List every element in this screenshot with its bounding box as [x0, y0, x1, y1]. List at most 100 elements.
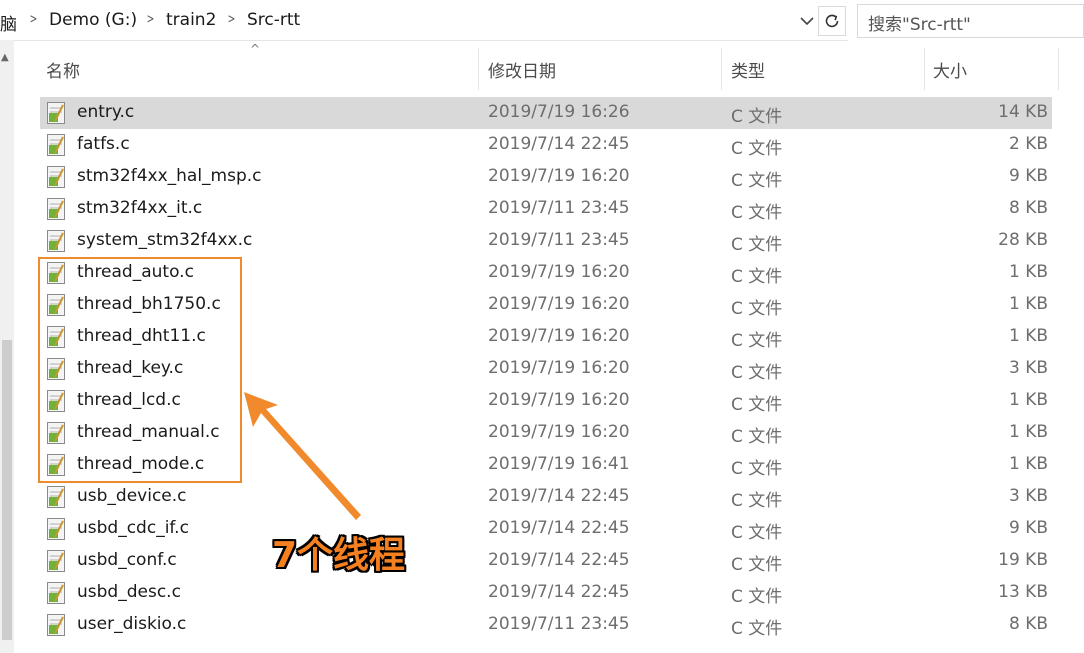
file-date-modified: 2019/7/19 16:20 — [488, 422, 630, 442]
file-size: 8 KB — [1008, 198, 1048, 218]
file-row[interactable]: usb_device.c 2019/7/14 22:45 C 文件 3 KB — [40, 481, 1052, 513]
c-file-icon — [47, 198, 65, 220]
file-type: C 文件 — [731, 619, 783, 639]
file-date-modified: 2019/7/14 22:45 — [488, 134, 630, 154]
file-row[interactable]: user_diskio.c 2019/7/11 23:45 C 文件 8 KB — [40, 609, 1052, 641]
file-date-modified: 2019/7/14 22:45 — [488, 582, 630, 602]
file-date-modified: 2019/7/11 23:45 — [488, 198, 630, 218]
column-header-date[interactable]: 修改日期 — [482, 48, 722, 90]
c-file-icon — [47, 582, 65, 604]
file-size: 1 KB — [1008, 422, 1048, 442]
annotation-highlight-box — [38, 257, 242, 483]
file-size: 3 KB — [1008, 486, 1048, 506]
file-type: C 文件 — [731, 363, 783, 383]
file-name[interactable]: usbd_conf.c — [77, 550, 177, 570]
file-date-modified: 2019/7/11 23:45 — [488, 230, 630, 250]
file-date-modified: 2019/7/19 16:20 — [488, 262, 630, 282]
file-date-modified: 2019/7/19 16:41 — [488, 454, 630, 474]
file-size: 1 KB — [1008, 454, 1048, 474]
c-file-icon — [47, 486, 65, 508]
file-type: C 文件 — [731, 395, 783, 415]
chevron-down-icon[interactable] — [796, 8, 818, 34]
file-type: C 文件 — [731, 267, 783, 287]
file-name[interactable]: usb_device.c — [77, 486, 187, 506]
file-type: C 文件 — [731, 299, 783, 319]
refresh-button[interactable] — [818, 6, 846, 36]
file-size: 13 KB — [998, 582, 1048, 602]
file-size: 19 KB — [998, 550, 1048, 570]
column-header-type[interactable]: 类型 — [725, 48, 925, 90]
file-explorer-window: 脑 > Demo (G:) > train2 > Src-rtt 搜索"Src-… — [0, 0, 1084, 653]
breadcrumb-folder-src-rtt[interactable]: Src-rtt — [247, 10, 300, 30]
file-type: C 文件 — [731, 203, 783, 223]
file-date-modified: 2019/7/19 16:20 — [488, 390, 630, 410]
file-name[interactable]: system_stm32f4xx.c — [77, 230, 252, 250]
file-row[interactable]: fatfs.c 2019/7/14 22:45 C 文件 2 KB — [40, 129, 1052, 161]
file-name[interactable]: stm32f4xx_it.c — [77, 198, 202, 218]
file-date-modified: 2019/7/19 16:26 — [488, 102, 630, 122]
file-type: C 文件 — [731, 331, 783, 351]
navigation-pane-scrollbar[interactable]: ▲ — [0, 40, 14, 653]
file-date-modified: 2019/7/19 16:20 — [488, 166, 630, 186]
column-header-name-label: 名称 — [46, 61, 80, 82]
c-file-icon — [47, 166, 65, 188]
file-type: C 文件 — [731, 491, 783, 511]
search-input[interactable]: 搜索"Src-rtt" — [857, 4, 1084, 38]
breadcrumb-separator-icon[interactable]: > — [30, 12, 38, 27]
breadcrumb-folder-train2[interactable]: train2 — [166, 10, 216, 30]
file-date-modified: 2019/7/11 23:45 — [488, 614, 630, 634]
column-header-type-label: 类型 — [731, 61, 765, 82]
file-row[interactable]: usbd_desc.c 2019/7/14 22:45 C 文件 13 KB — [40, 577, 1052, 609]
scrollbar-thumb[interactable] — [2, 340, 12, 640]
file-type: C 文件 — [731, 427, 783, 447]
file-type: C 文件 — [731, 555, 783, 575]
column-header-size[interactable]: 大小 — [927, 48, 1059, 90]
file-row[interactable]: system_stm32f4xx.c 2019/7/11 23:45 C 文件 28 … — [40, 225, 1052, 257]
file-size: 28 KB — [998, 230, 1048, 250]
c-file-icon — [47, 614, 65, 636]
file-row[interactable]: usbd_cdc_if.c 2019/7/14 22:45 C 文件 9 KB — [40, 513, 1052, 545]
file-size: 14 KB — [998, 102, 1048, 122]
c-file-icon — [47, 134, 65, 156]
file-date-modified: 2019/7/14 22:45 — [488, 486, 630, 506]
breadcrumb-separator-icon[interactable]: > — [147, 12, 155, 27]
breadcrumb-this-pc[interactable]: 脑 — [0, 10, 17, 35]
file-name[interactable]: stm32f4xx_hal_msp.c — [77, 166, 262, 186]
file-type: C 文件 — [731, 235, 783, 255]
file-date-modified: 2019/7/14 22:45 — [488, 550, 630, 570]
c-file-icon — [47, 518, 65, 540]
file-size: 1 KB — [1008, 294, 1048, 314]
column-header-date-label: 修改日期 — [488, 61, 556, 82]
file-row[interactable]: stm32f4xx_hal_msp.c 2019/7/19 16:20 C 文件 9 … — [40, 161, 1052, 193]
annotation-label: 7个线程 — [272, 535, 406, 576]
file-row[interactable]: usbd_conf.c 2019/7/14 22:45 C 文件 19 KB — [40, 545, 1052, 577]
refresh-icon — [825, 14, 839, 28]
breadcrumb-separator-icon[interactable]: > — [228, 12, 236, 27]
file-date-modified: 2019/7/19 16:20 — [488, 294, 630, 314]
file-type: C 文件 — [731, 587, 783, 607]
breadcrumb-drive[interactable]: Demo (G:) — [49, 10, 137, 30]
c-file-icon — [47, 102, 65, 124]
file-size: 9 KB — [1008, 518, 1048, 538]
address-bar[interactable]: 脑 > Demo (G:) > train2 > Src-rtt — [0, 0, 848, 41]
file-name[interactable]: fatfs.c — [77, 134, 130, 154]
file-name[interactable]: usbd_cdc_if.c — [77, 518, 189, 538]
file-type: C 文件 — [731, 139, 783, 159]
file-name[interactable]: user_diskio.c — [77, 614, 186, 634]
file-name[interactable]: entry.c — [77, 102, 134, 122]
file-date-modified: 2019/7/14 22:45 — [488, 518, 630, 538]
column-header-name[interactable]: 名称 — [40, 48, 479, 90]
c-file-icon — [47, 550, 65, 572]
file-type: C 文件 — [731, 459, 783, 479]
column-header-size-label: 大小 — [933, 61, 967, 82]
file-size: 1 KB — [1008, 390, 1048, 410]
file-date-modified: 2019/7/19 16:20 — [488, 326, 630, 346]
file-size: 2 KB — [1008, 134, 1048, 154]
file-type: C 文件 — [731, 523, 783, 543]
file-row[interactable]: entry.c 2019/7/19 16:26 C 文件 14 KB — [40, 97, 1052, 129]
file-size: 1 KB — [1008, 326, 1048, 346]
scroll-up-icon[interactable]: ▲ — [1, 52, 9, 63]
file-row[interactable]: stm32f4xx_it.c 2019/7/11 23:45 C 文件 8 KB — [40, 193, 1052, 225]
file-name[interactable]: usbd_desc.c — [77, 582, 181, 602]
file-date-modified: 2019/7/19 16:20 — [488, 358, 630, 378]
